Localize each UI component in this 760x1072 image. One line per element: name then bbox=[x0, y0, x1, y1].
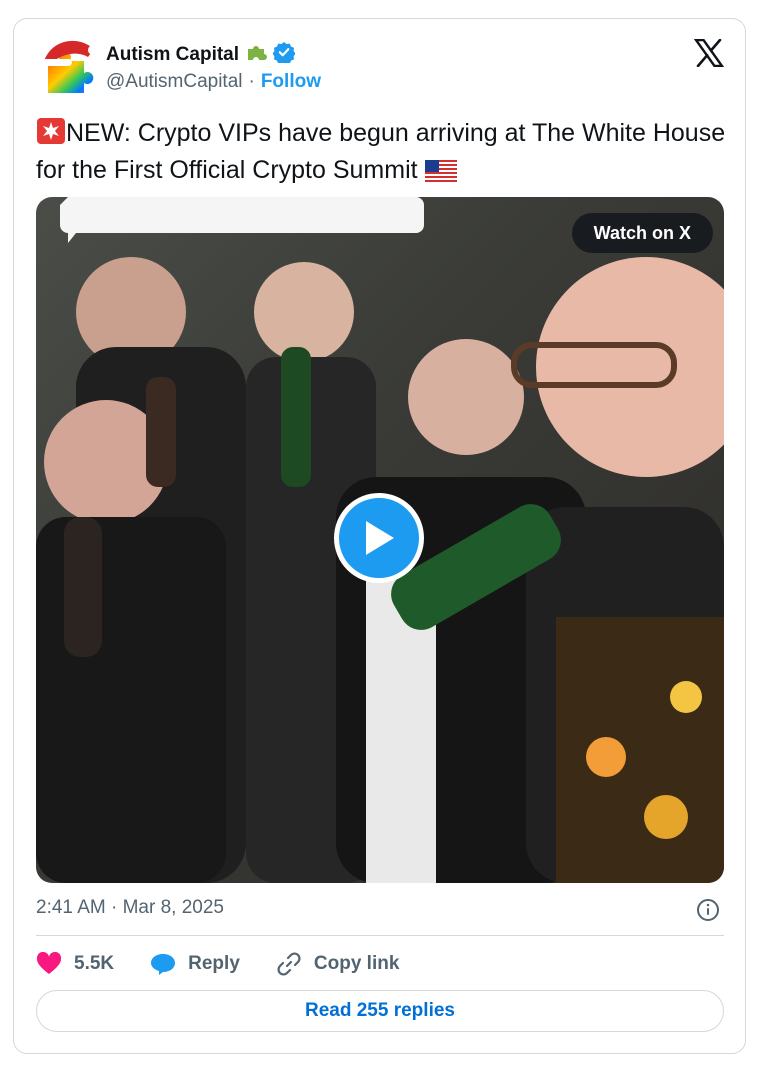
heart-icon bbox=[36, 952, 62, 976]
action-bar: 5.5K Reply Copy link bbox=[36, 949, 435, 979]
avatar[interactable] bbox=[38, 35, 100, 97]
rotating-light-icon bbox=[36, 117, 66, 154]
x-logo-icon[interactable] bbox=[693, 38, 725, 68]
author-name[interactable]: Autism Capital bbox=[106, 44, 239, 66]
speech-bubble-icon bbox=[150, 952, 176, 976]
tweet-timestamp[interactable]: 2:41 AM · Mar 8, 2025 bbox=[36, 897, 224, 919]
tweet-card: Autism Capital @AutismCapital · Follow N… bbox=[13, 18, 746, 1054]
separator-dot: · bbox=[248, 71, 255, 92]
reply-label: Reply bbox=[188, 953, 240, 974]
read-replies-button[interactable]: Read 255 replies bbox=[36, 990, 724, 1032]
video-thumbnail[interactable]: Watch on X bbox=[36, 197, 724, 883]
author-handle[interactable]: @AutismCapital bbox=[106, 71, 243, 93]
reply-button[interactable]: Reply bbox=[150, 952, 240, 976]
verified-badge-icon bbox=[272, 41, 296, 68]
tweet-text: NEW: Crypto VIPs have begun arriving at … bbox=[36, 117, 726, 191]
like-button[interactable]: 5.5K bbox=[36, 952, 114, 976]
link-icon bbox=[276, 951, 302, 977]
copy-link-label: Copy link bbox=[313, 953, 400, 974]
follow-button[interactable]: Follow bbox=[261, 71, 321, 93]
copy-link-button[interactable]: Copy link bbox=[276, 951, 400, 977]
divider bbox=[36, 935, 724, 936]
puzzle-piece-icon bbox=[245, 41, 268, 68]
play-icon bbox=[366, 521, 394, 555]
watch-on-x-button[interactable]: Watch on X bbox=[571, 213, 713, 253]
info-icon[interactable] bbox=[696, 898, 720, 922]
us-flag-icon bbox=[424, 158, 457, 191]
like-count: 5.5K bbox=[74, 953, 115, 974]
tweet-body: NEW: Crypto VIPs have begun arriving at … bbox=[36, 119, 726, 184]
play-button[interactable] bbox=[334, 493, 424, 583]
